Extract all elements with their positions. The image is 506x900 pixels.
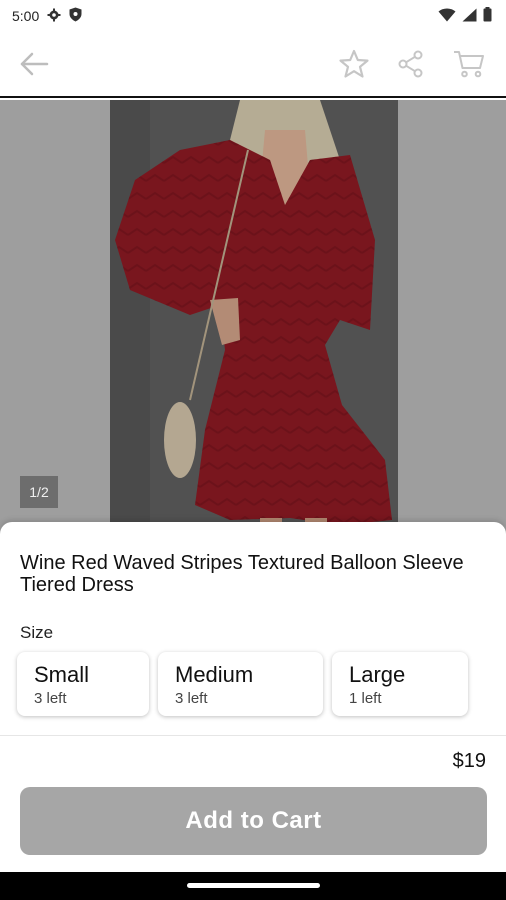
cart-icon[interactable] bbox=[451, 46, 487, 82]
toolbar bbox=[0, 32, 506, 98]
add-to-cart-button[interactable]: Add to Cart bbox=[20, 787, 487, 855]
size-label: Size bbox=[20, 623, 54, 642]
divider bbox=[0, 735, 506, 736]
wifi-icon bbox=[438, 8, 456, 25]
status-bar: 5:00 bbox=[0, 0, 506, 32]
signal-icon bbox=[462, 8, 477, 25]
status-left: 5:00 bbox=[12, 7, 82, 25]
size-option-large[interactable]: Large 1 left bbox=[332, 652, 468, 716]
back-arrow-icon[interactable] bbox=[16, 46, 52, 82]
product-photo bbox=[110, 100, 398, 540]
system-navigation-bar bbox=[0, 872, 506, 900]
size-option-stock: 3 left bbox=[34, 690, 67, 707]
status-right bbox=[438, 7, 492, 25]
settings-icon bbox=[47, 8, 61, 25]
size-option-stock: 1 left bbox=[349, 690, 382, 707]
shield-icon bbox=[69, 7, 82, 25]
product-price: $19 bbox=[452, 750, 486, 772]
product-title: Wine Red Waved Stripes Textured Balloon … bbox=[20, 552, 464, 596]
size-option-stock: 3 left bbox=[175, 690, 208, 707]
size-option-name: Medium bbox=[175, 662, 254, 687]
product-details-sheet: Wine Red Waved Stripes Textured Balloon … bbox=[0, 522, 506, 872]
home-gesture-handle[interactable] bbox=[187, 883, 320, 888]
image-pager-badge: 1/2 bbox=[20, 476, 58, 508]
battery-icon bbox=[483, 7, 492, 25]
status-time: 5:00 bbox=[12, 8, 40, 24]
size-option-small[interactable]: Small 3 left bbox=[17, 652, 149, 716]
share-icon[interactable] bbox=[393, 46, 429, 82]
size-option-medium[interactable]: Medium 3 left bbox=[158, 652, 323, 716]
size-option-name: Large bbox=[349, 662, 406, 687]
star-icon[interactable] bbox=[336, 46, 372, 82]
product-image-gallery[interactable] bbox=[0, 100, 506, 540]
size-option-name: Small bbox=[34, 662, 90, 687]
